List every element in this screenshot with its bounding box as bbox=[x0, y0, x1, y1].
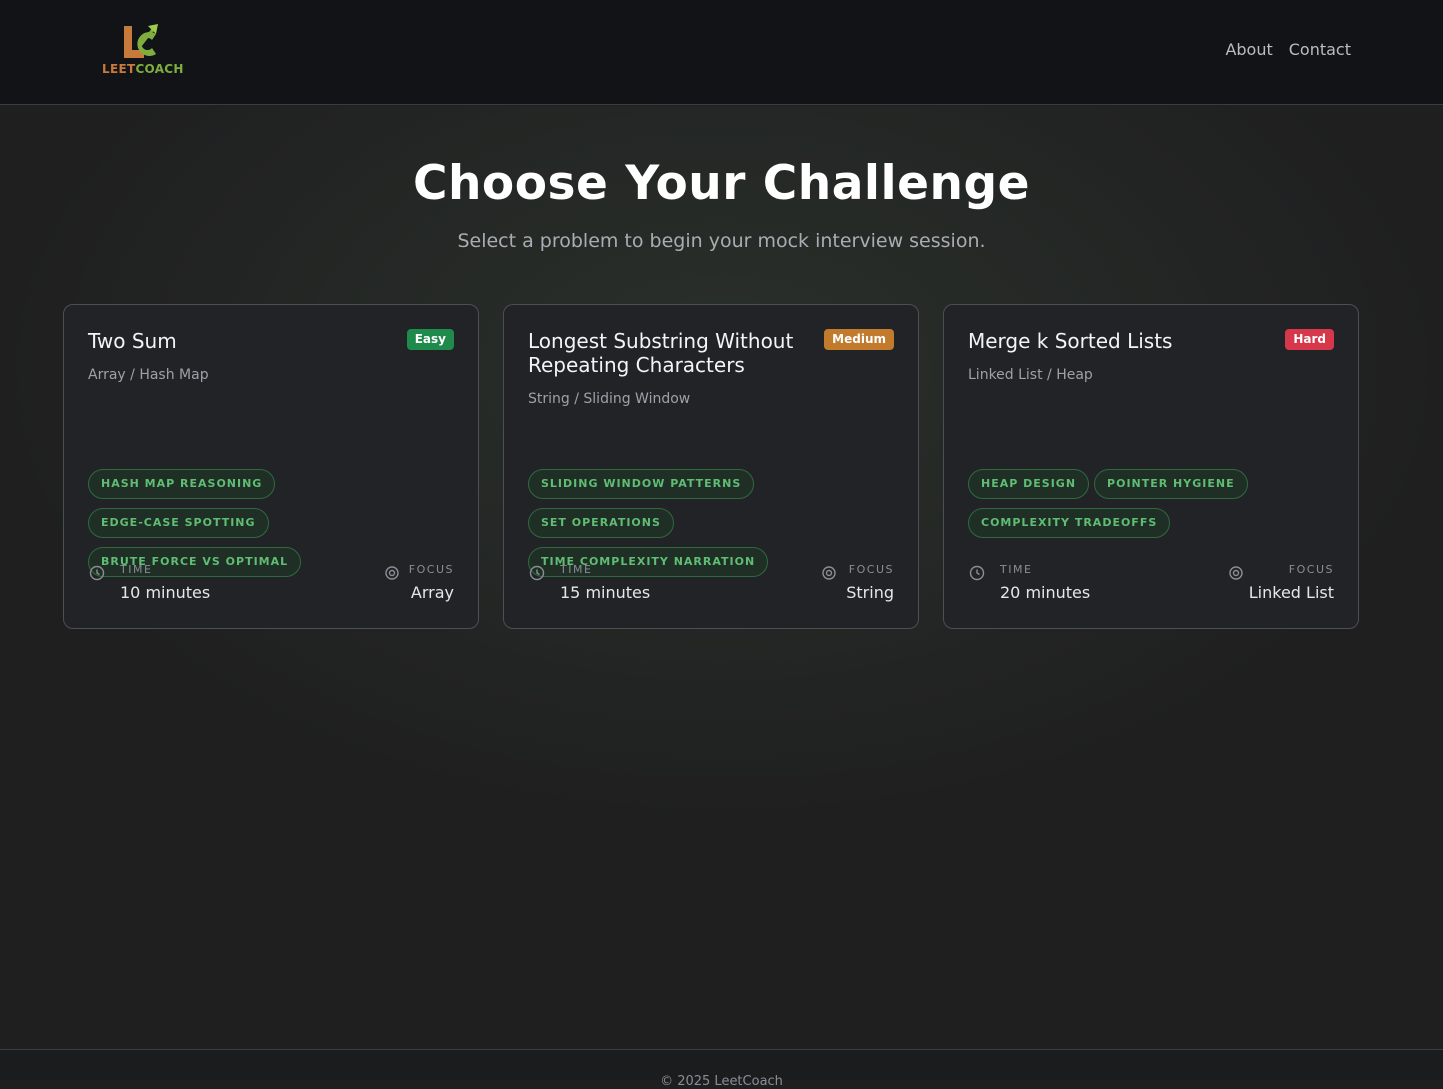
card-category: String / Sliding Window bbox=[528, 391, 691, 407]
main-content: Choose Your Challenge Select a problem t… bbox=[0, 106, 1443, 1049]
difficulty-badge: Medium bbox=[824, 329, 894, 350]
target-icon bbox=[822, 566, 836, 580]
problem-card-longest-substring[interactable]: Longest Substring Without Repeating Char… bbox=[503, 304, 919, 629]
nav-links: About Contact bbox=[1225, 40, 1351, 59]
focus-label: FOCUS bbox=[848, 563, 894, 576]
page-title: Choose Your Challenge bbox=[412, 156, 1030, 211]
problem-card-merge-k-sorted-lists[interactable]: Merge k Sorted Lists Linked List / Heap … bbox=[943, 304, 1359, 629]
card-title: Two Sum bbox=[88, 329, 177, 353]
focus-label: FOCUS bbox=[1288, 563, 1334, 576]
focus-value: String bbox=[846, 583, 894, 602]
skill-tag: COMPLEXITY TRADEOFFS bbox=[968, 508, 1171, 538]
nav-link-about[interactable]: About bbox=[1225, 40, 1272, 59]
nav-link-contact[interactable]: Contact bbox=[1289, 40, 1351, 59]
logo-mark-icon bbox=[124, 24, 158, 58]
focus-label: FOCUS bbox=[408, 563, 454, 576]
skill-tag: POINTER HYGIENE bbox=[1094, 469, 1248, 499]
page-subtitle: Select a problem to begin your mock inte… bbox=[457, 230, 986, 252]
footer: © 2025 LeetCoach bbox=[0, 1049, 1443, 1089]
skill-tag: SET OPERATIONS bbox=[528, 508, 674, 538]
time-value: 20 minutes bbox=[1000, 583, 1091, 602]
time-label: TIME bbox=[1000, 563, 1033, 576]
skill-tag: HEAP DESIGN bbox=[968, 469, 1090, 499]
problem-card-two-sum[interactable]: Two Sum Array / Hash Map Easy HASH MAP R… bbox=[63, 304, 479, 629]
time-value: 10 minutes bbox=[120, 583, 211, 602]
skill-tags: HEAP DESIGN POINTER HYGIENE COMPLEXITY TRA… bbox=[968, 469, 1338, 547]
time-label: TIME bbox=[560, 563, 593, 576]
difficulty-badge: Hard bbox=[1285, 329, 1334, 350]
card-title: Longest Substring Without Repeating Char… bbox=[528, 329, 794, 377]
target-icon bbox=[1229, 566, 1243, 580]
focus-value: Array bbox=[410, 583, 454, 602]
difficulty-badge: Easy bbox=[406, 329, 454, 350]
skill-tag: EDGE-CASE SPOTTING bbox=[88, 508, 269, 538]
logo-wordmark: LEETCOACH bbox=[102, 62, 184, 76]
footer-copyright: © 2025 LeetCoach bbox=[660, 1074, 783, 1089]
card-category: Array / Hash Map bbox=[88, 367, 209, 383]
skill-tag: HASH MAP REASONING bbox=[88, 469, 276, 499]
clock-icon bbox=[89, 565, 105, 581]
clock-icon bbox=[529, 565, 545, 581]
focus-value: Linked List bbox=[1248, 583, 1334, 602]
navbar: LEETCOACH About Contact bbox=[0, 0, 1443, 105]
card-category: Linked List / Heap bbox=[968, 367, 1093, 383]
skill-tag: SLIDING WINDOW PATTERNS bbox=[528, 469, 755, 499]
clock-icon bbox=[969, 565, 985, 581]
time-value: 15 minutes bbox=[560, 583, 651, 602]
card-title: Merge k Sorted Lists bbox=[968, 329, 1173, 353]
time-label: TIME bbox=[120, 563, 153, 576]
target-icon bbox=[385, 566, 399, 580]
leetcoach-logo[interactable]: LEETCOACH bbox=[102, 20, 186, 82]
